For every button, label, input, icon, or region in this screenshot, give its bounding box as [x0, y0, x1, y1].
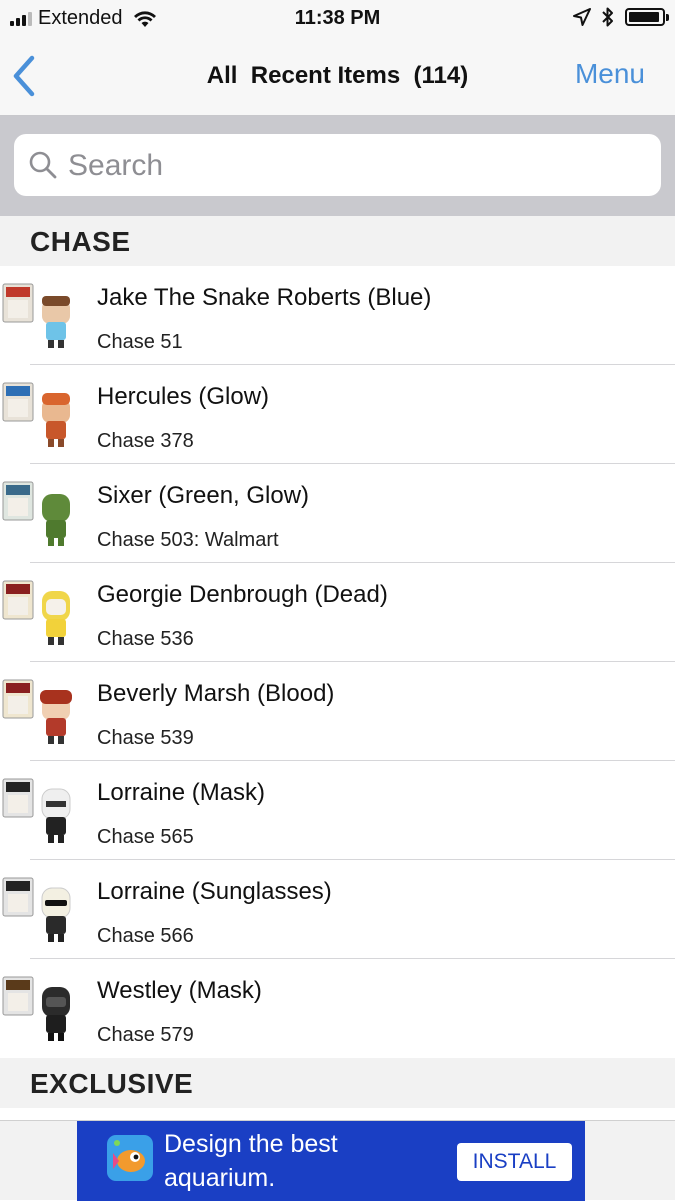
ad-bar: ▷ ✕ Design the best aquarium. INSTALL: [0, 1120, 675, 1201]
section-header-chase: CHASE: [0, 216, 675, 266]
item-subtitle: Chase 51: [97, 331, 183, 353]
funko-thumbnail-icon: [2, 679, 72, 744]
location-arrow-icon: [573, 8, 591, 26]
section-title: EXCLUSIVE: [30, 1068, 194, 1099]
search-area: [0, 116, 675, 216]
item-list: Jake The Snake Roberts (Blue) Chase 51 H…: [0, 266, 675, 1058]
funko-thumbnail-icon: [2, 382, 70, 447]
navigation-bar: All Recent Items (114) Menu: [0, 38, 675, 116]
bluetooth-icon: [602, 7, 613, 27]
list-item[interactable]: Beverly Marsh (Blood) Chase 539: [0, 662, 675, 761]
item-title: Sixer (Green, Glow): [97, 482, 310, 509]
item-subtitle: Chase 566: [97, 925, 194, 947]
item-subtitle: Chase 539: [97, 727, 194, 749]
funko-thumbnail-icon: [2, 976, 70, 1041]
list-item[interactable]: Westley (Mask) Chase 579: [0, 959, 675, 1058]
menu-button[interactable]: Menu: [575, 58, 645, 90]
status-bar: Extended 11:38 PM: [0, 0, 675, 38]
funko-thumbnail-icon: [2, 580, 70, 645]
item-subtitle: Chase 536: [97, 628, 194, 650]
item-title: Westley (Mask): [97, 977, 262, 1004]
ad-banner[interactable]: Design the best aquarium. INSTALL: [77, 1121, 585, 1201]
item-title: Lorraine (Mask): [97, 779, 266, 806]
item-subtitle: Chase 565: [97, 826, 194, 848]
section-title: CHASE: [30, 226, 131, 257]
funko-thumbnail-icon: [2, 481, 70, 546]
item-title: Jake The Snake Roberts (Blue): [97, 284, 432, 311]
funko-thumbnail-icon: [2, 778, 71, 843]
item-title: Lorraine (Sunglasses): [97, 878, 332, 905]
section-header-exclusive: EXCLUSIVE: [0, 1058, 675, 1108]
list-item[interactable]: Lorraine (Sunglasses) Chase 566: [0, 860, 675, 959]
ad-text: Design the best aquarium.: [164, 1127, 338, 1195]
item-subtitle: Chase 378: [97, 430, 194, 452]
list-item[interactable]: Sixer (Green, Glow) Chase 503: Walmart: [0, 464, 675, 563]
item-title: Beverly Marsh (Blood): [97, 680, 335, 707]
list-item[interactable]: Hercules (Glow) Chase 378: [0, 365, 675, 464]
search-input[interactable]: [66, 134, 650, 198]
status-right: [573, 6, 669, 28]
item-title: Georgie Denbrough (Dead): [97, 581, 388, 608]
list-item[interactable]: Georgie Denbrough (Dead) Chase 536: [0, 563, 675, 662]
page-title: All Recent Items (114): [206, 62, 469, 89]
fish-app-logo-icon: [107, 1135, 153, 1181]
item-subtitle: Chase 579: [97, 1024, 194, 1046]
search-icon: [29, 151, 57, 179]
funko-thumbnail-icon: [2, 877, 71, 942]
battery-icon: [625, 8, 669, 26]
search-bar[interactable]: [14, 134, 661, 198]
ad-text-line2: aquarium.: [164, 1164, 276, 1192]
item-subtitle: Chase 503: Walmart: [97, 529, 279, 551]
ad-text-line1: Design the best: [164, 1130, 338, 1158]
funko-thumbnail-icon: [2, 283, 70, 348]
list-item[interactable]: Lorraine (Mask) Chase 565: [0, 761, 675, 860]
list-item[interactable]: Jake The Snake Roberts (Blue) Chase 51: [0, 266, 675, 365]
install-button[interactable]: INSTALL: [457, 1143, 572, 1181]
item-title: Hercules (Glow): [97, 383, 270, 410]
